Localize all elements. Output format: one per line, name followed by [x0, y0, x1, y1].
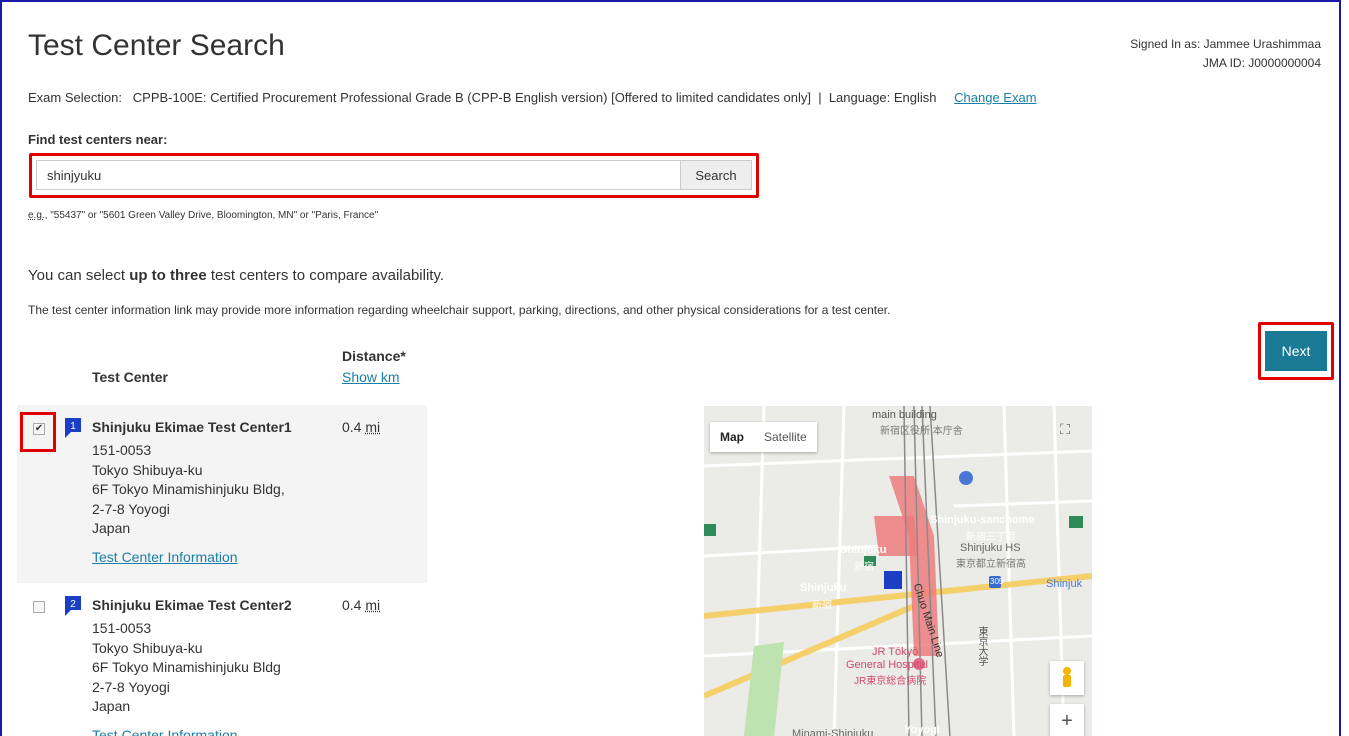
map-view[interactable]: main building 新宿区役所 本庁舎 Shinjuku-sanchom… [704, 406, 1092, 736]
map-label-jr-hospital: JR Tōkyō [872, 646, 919, 658]
address-line1: 6F Tokyo Minamishinjuku Bldg, [92, 481, 285, 497]
search-input[interactable] [36, 160, 681, 190]
header-test-center: Test Center [92, 369, 168, 385]
next-highlight-box: Next [1258, 322, 1334, 380]
map-label-shinjuku-east: Shinjuk [1046, 578, 1083, 590]
address-city: Tokyo Shibuya-ku [92, 461, 203, 478]
address-line2: 2-7-8 Yoyogi [92, 678, 170, 695]
select-suffix: test centers to compare availability. [206, 267, 445, 284]
info-details: The test center information link may pro… [28, 303, 891, 317]
checkbox-highlight-box [20, 412, 56, 452]
address-line1: 6F Tokyo Minamishinjuku Bldg [92, 659, 281, 675]
map-label-route: 305 [990, 577, 1004, 586]
center-address: 151-0053 Tokyo Shibuya-ku 6F Tokyo Minam… [92, 619, 281, 717]
change-exam-link[interactable]: Change Exam [954, 90, 1036, 105]
jma-id: JMA ID: J0000000004 [1202, 56, 1321, 70]
test-center-row-1: ✔ 1 Shinjuku Ekimae Test Center1 0.4 mi … [17, 405, 427, 583]
map-label-minami: Minami-Shinjuku [792, 728, 874, 736]
map-label-jr-hospital-2: General Hospital [846, 659, 928, 671]
map-label-shinjuku-station-jp: 新宿 [854, 562, 874, 573]
user-info: Signed In as: Jammee Urashimmaa JMA ID: … [1130, 35, 1321, 73]
address-line2: 2-7-8 Yoyogi [92, 500, 170, 517]
checkbox-center-2[interactable] [33, 601, 45, 613]
map-tab[interactable]: Map [710, 422, 754, 452]
map-marker-icon: 1 [65, 418, 81, 438]
search-button[interactable]: Search [680, 160, 752, 190]
address-city: Tokyo Shibuya-ku [92, 639, 203, 656]
exam-selection-text: Exam Selection: CPPB-100E: Certified Pro… [28, 90, 937, 105]
search-highlight-box: Search [29, 153, 759, 198]
map-label-shinjuku-sanchome: Shinjuku-sanchome [930, 514, 1035, 526]
map-label-main-building-jp: 新宿区役所 本庁舎 [880, 426, 963, 437]
map-label-shinjuku-west: Shinjuku [800, 582, 847, 594]
center-distance: 0.4 mi [342, 419, 380, 435]
map-label-yoyogi: Yoyogi [904, 724, 940, 736]
center-name: Shinjuku Ekimae Test Center2 [92, 597, 292, 613]
fullscreen-icon[interactable]: ⛶ [1054, 421, 1076, 443]
test-center-info-link[interactable]: Test Center Information [92, 727, 238, 736]
page-title: Test Center Search [28, 29, 285, 62]
center-distance: 0.4 mi [342, 597, 380, 613]
map-label-shinjuku-station: Shinjuku [840, 544, 887, 556]
satellite-tab[interactable]: Satellite [754, 422, 817, 452]
address-postal: 151-0053 [92, 442, 152, 458]
page-frame: Test Center Search Signed In as: Jammee … [0, 0, 1341, 736]
map-label-shinjuku-sanchome-jp: 新宿三丁目 [966, 532, 1016, 543]
map-label-jr-hospital-jp: JR東京総合病院 [854, 676, 927, 687]
address-country: Japan [92, 698, 131, 714]
find-label: Find test centers near: [28, 132, 168, 147]
test-center-info-link[interactable]: Test Center Information [92, 549, 238, 565]
map-marker-icon: 2 [65, 596, 81, 616]
search-example: e.g., "55437" or "5601 Green Valley Driv… [28, 210, 378, 221]
pegman-icon[interactable] [1050, 661, 1084, 695]
select-prefix: You can select [28, 267, 130, 284]
exam-selection: Exam Selection: CPPB-100E: Certified Pro… [28, 90, 1037, 105]
map-label-shinjuku-hs: Shinjuku HS [960, 542, 1021, 554]
header-distance: Distance* [342, 348, 406, 364]
distance-unit: mi [365, 597, 381, 613]
center-address: 151-0053 Tokyo Shibuya-ku 6F Tokyo Minam… [92, 441, 285, 539]
distance-value: 0.4 [342, 419, 362, 435]
marker-number: 2 [70, 599, 76, 610]
address-postal: 151-0053 [92, 620, 152, 636]
map-label-main-building: main building [872, 409, 937, 421]
map-label-vertical-jp: 東京大学 [976, 626, 987, 666]
show-km-link[interactable]: Show km [342, 369, 400, 385]
next-button[interactable]: Next [1265, 331, 1327, 371]
example-abbr: e.g. [28, 210, 45, 221]
signed-in-as: Signed In as: Jammee Urashimmaa [1130, 37, 1321, 51]
map-label-shinjuku-west-jp: 新宿 [812, 600, 832, 611]
distance-unit: mi [365, 419, 381, 435]
map-label-shinjuku-hs-jp: 東京都立新宿高 [956, 559, 1026, 570]
test-center-row-2: 2 Shinjuku Ekimae Test Center2 0.4 mi 15… [17, 583, 427, 736]
select-instructions: You can select up to three test centers … [28, 267, 444, 284]
center-name: Shinjuku Ekimae Test Center1 [92, 419, 292, 435]
map-type-control: Map Satellite [710, 422, 817, 452]
address-country: Japan [92, 520, 131, 536]
example-text: , "55437" or "5601 Green Valley Drive, B… [44, 210, 379, 221]
zoom-in-button[interactable]: + [1050, 704, 1084, 736]
select-bold: up to three [129, 267, 207, 284]
marker-number: 1 [70, 421, 76, 432]
distance-value: 0.4 [342, 597, 362, 613]
